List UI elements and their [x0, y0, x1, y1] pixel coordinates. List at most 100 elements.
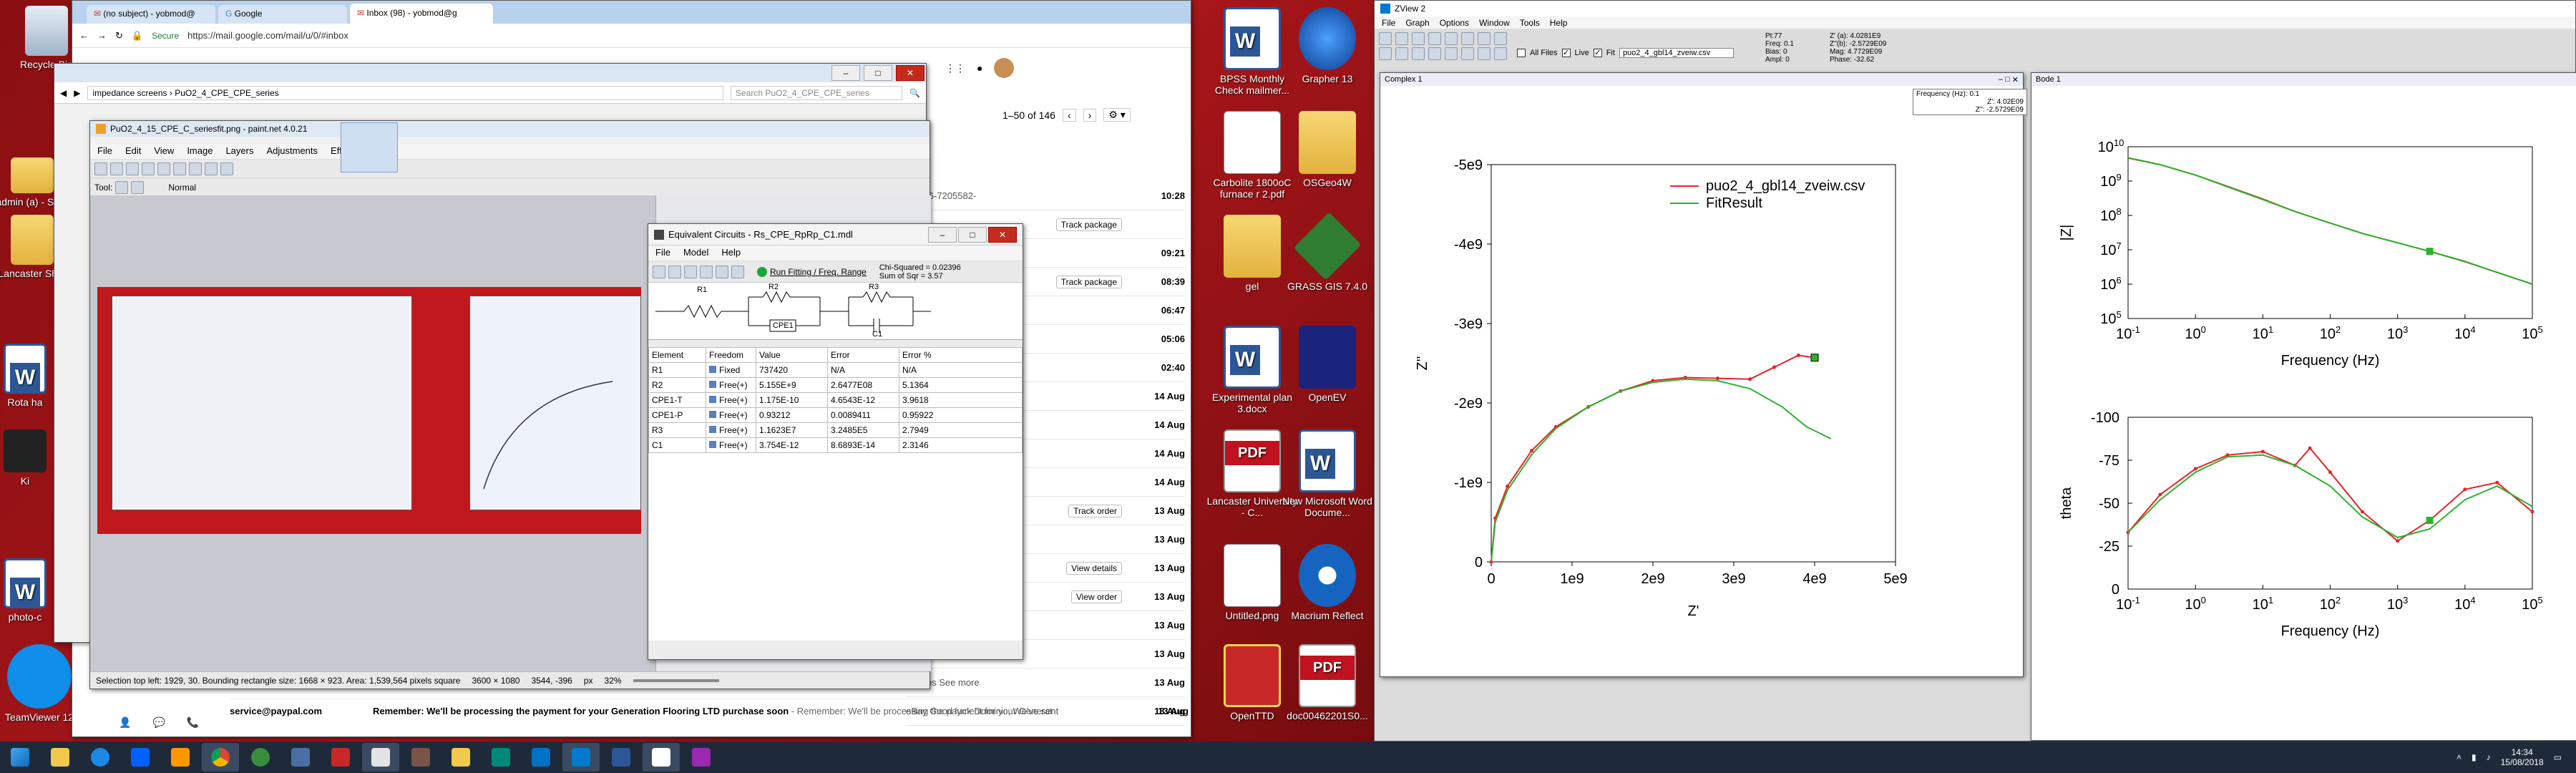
rectangle-select-icon[interactable]: [115, 180, 129, 194]
next-page-button[interactable]: ›: [1083, 108, 1097, 122]
desktop-icon-macrium[interactable]: Macrium Reflect: [1281, 544, 1374, 621]
graph-icon[interactable]: [1461, 32, 1474, 45]
run-fitting-button[interactable]: Run Fitting / Freq. Range: [757, 266, 867, 277]
redo-icon[interactable]: [220, 162, 233, 175]
reload-icon[interactable]: ↻: [115, 30, 123, 42]
new-file-icon[interactable]: [94, 162, 107, 175]
minimize-button[interactable]: –: [1999, 75, 2003, 84]
cell-value[interactable]: 0.93212: [756, 407, 828, 423]
close-button[interactable]: ✕: [896, 65, 924, 81]
tab-no-subject[interactable]: ✉ (no subject) - yobmod@: [87, 5, 215, 24]
menu-help[interactable]: Help: [1550, 18, 1568, 28]
all-files-checkbox[interactable]: [1517, 49, 1526, 57]
zoom-in-icon[interactable]: [1379, 47, 1392, 60]
menu-tools[interactable]: Tools: [1520, 18, 1540, 28]
cursor-icon[interactable]: [1428, 47, 1441, 60]
table-row[interactable]: R3 Free(+) 1.1623E7 3.2485E5 2.7949: [648, 422, 1023, 438]
desktop-icon-doc-pdf[interactable]: doc00462201S0...: [1281, 644, 1374, 721]
taskbar-outlook[interactable]: [522, 743, 560, 772]
open-file-icon[interactable]: [110, 162, 123, 175]
cell-value[interactable]: 737420: [756, 362, 828, 378]
email-action-badge[interactable]: Track package: [1055, 275, 1122, 288]
maximize-button[interactable]: □: [2005, 75, 2010, 84]
undo-icon[interactable]: [205, 162, 218, 175]
minimize-button[interactable]: –: [831, 65, 860, 81]
menu-model[interactable]: Model: [683, 247, 708, 259]
cell-value[interactable]: 1.175E-10: [756, 392, 828, 408]
copy-icon[interactable]: [1445, 32, 1458, 45]
zoom-slider[interactable]: [633, 679, 719, 682]
selection-mode-icon[interactable]: [131, 180, 145, 194]
menu-view[interactable]: View: [154, 145, 174, 157]
taskbar-edge[interactable]: [82, 743, 119, 772]
taskbar-app-4[interactable]: [402, 743, 439, 772]
desktop-icon-grapher[interactable]: Grapher 13: [1281, 7, 1374, 84]
zoom-out-icon[interactable]: [1395, 47, 1408, 60]
copy-icon[interactable]: [700, 265, 713, 278]
paste-icon[interactable]: [189, 162, 202, 175]
copy-icon[interactable]: [173, 162, 186, 175]
volume-icon[interactable]: ♪: [2487, 752, 2491, 762]
close-button[interactable]: ✕: [2012, 75, 2019, 84]
cell-freedom[interactable]: Free(+): [706, 377, 756, 393]
unit-select[interactable]: px: [584, 676, 593, 686]
menu-options[interactable]: Options: [1440, 18, 1469, 28]
print-icon[interactable]: [716, 265, 728, 278]
notification-icon[interactable]: ▭: [2554, 752, 2562, 762]
menu-file[interactable]: File: [97, 145, 112, 157]
menu-edit[interactable]: Edit: [125, 145, 141, 157]
contacts-icon[interactable]: 👤: [119, 716, 131, 729]
taskbar-vscode[interactable]: [562, 743, 600, 772]
save-as-icon[interactable]: [684, 265, 697, 278]
breadcrumb-item[interactable]: PuO2_4_CPE_CPE_series: [175, 88, 278, 98]
data-icon[interactable]: [1445, 47, 1458, 60]
pan-icon[interactable]: [1412, 47, 1425, 60]
desktop-icon-grass[interactable]: GRASS GIS 7.4.0: [1281, 212, 1374, 292]
account-avatar[interactable]: [994, 58, 1015, 78]
table-row[interactable]: CPE1-T Free(+) 1.175E-10 4.6543E-12 3.9618: [648, 392, 1023, 408]
forward-icon[interactable]: →: [97, 30, 107, 41]
print-icon[interactable]: [1428, 32, 1441, 45]
taskbar-explorer[interactable]: [442, 743, 479, 772]
search-input[interactable]: Search PuO2_4_CPE_CPE_series: [731, 85, 903, 100]
model-icon[interactable]: [1461, 47, 1474, 60]
taskbar-app-5[interactable]: [482, 743, 519, 772]
taskbar-grass[interactable]: [242, 743, 279, 772]
breadcrumb-item[interactable]: impedance screens: [92, 88, 167, 98]
clipboard-icon[interactable]: [731, 265, 744, 278]
blend-mode-select[interactable]: Normal: [168, 183, 196, 193]
network-icon[interactable]: ▮: [2472, 752, 2477, 762]
table-row[interactable]: C1 Free(+) 3.754E-12 8.6893E-14 2.3146: [648, 437, 1023, 453]
tab-inbox[interactable]: ✉ Inbox (98) - yobmod@g: [350, 4, 493, 24]
desktop-icon-openev[interactable]: OpenEV: [1281, 326, 1374, 403]
zoom-select[interactable]: 32%: [605, 676, 622, 686]
cell-value[interactable]: 5.155E+9: [756, 377, 828, 393]
cell-freedom[interactable]: Fixed: [706, 362, 756, 378]
email-action-badge[interactable]: View order: [1070, 590, 1122, 603]
email-action-badge[interactable]: View details: [1066, 561, 1122, 575]
taskbar-app-2[interactable]: [282, 743, 319, 772]
table-row[interactable]: R1 Fixed 737420 N/A N/A: [648, 362, 1023, 378]
bode-magnitude-plot[interactable]: 10-1 100 101 102 103 104 105 105 106 107 108 109 101…: [2031, 86, 2576, 394]
cell-value[interactable]: 3.754E-12: [756, 437, 828, 453]
table-row[interactable]: CPE1-P Free(+) 0.93212 0.0089411 0.95922: [648, 407, 1023, 423]
print-icon[interactable]: [142, 162, 155, 175]
open-icon[interactable]: [1395, 32, 1408, 45]
open-icon[interactable]: [653, 265, 665, 278]
taskbar-dropbox[interactable]: [122, 743, 159, 772]
tab-google[interactable]: G Google: [218, 5, 347, 24]
start-button[interactable]: [1, 743, 39, 772]
phone-icon[interactable]: 📞: [187, 716, 199, 729]
inbox-row[interactable]: for jobs See more 13 Aug: [906, 669, 1185, 697]
cell-value[interactable]: 1.1623E7: [756, 422, 828, 438]
hangouts-icon[interactable]: 💬: [152, 716, 165, 729]
save-icon[interactable]: [1412, 32, 1425, 45]
desktop-icon-osgeo[interactable]: OSGeo4W: [1281, 111, 1374, 188]
cell-freedom[interactable]: Free(+): [706, 422, 756, 438]
save-icon[interactable]: [126, 162, 139, 175]
close-button[interactable]: ✕: [988, 226, 1017, 243]
live-checkbox[interactable]: ✓: [1561, 49, 1571, 57]
menu-graph[interactable]: Graph: [1405, 18, 1429, 28]
email-action-badge[interactable]: Track package: [1055, 218, 1122, 231]
axis-icon[interactable]: [1478, 32, 1491, 45]
